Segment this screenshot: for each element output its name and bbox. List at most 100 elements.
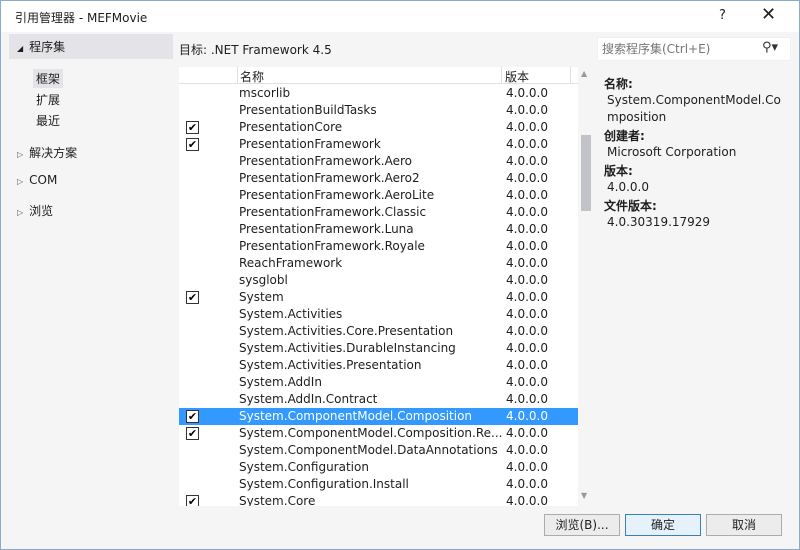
assembly-name: System.ComponentModel.Composition.Re... (239, 426, 503, 440)
assembly-list: 名称 版本 mscorlib 4.0.0.0 PresentationBuildTa… (179, 67, 578, 506)
sidebar-item-assemblies[interactable]: ◢ 程序集 (9, 34, 173, 59)
assembly-name: PresentationCore (239, 120, 343, 134)
ok-button[interactable]: 确定 (625, 514, 701, 536)
assembly-version: 4.0.0.0 (506, 290, 548, 304)
target-framework-label: 目标: .NET Framework 4.5 (179, 43, 332, 57)
table-row[interactable]: System.Activities.Core.Presentation 4.0.0… (179, 323, 578, 340)
assembly-name: PresentationFramework.Classic (239, 205, 427, 219)
assembly-version: 4.0.0.0 (506, 443, 548, 457)
search-input[interactable] (598, 38, 758, 60)
reference-manager-dialog: 引用管理器 - MEFMovie ? ✕ ◢ 程序集 框架 扩展 最近 ▷ 解决方案… (0, 0, 800, 550)
search-icon[interactable]: ⚲▾ (762, 40, 778, 55)
assembly-name: System.Activities (239, 307, 343, 321)
cancel-button[interactable]: 取消 (706, 514, 782, 536)
scrollbar-thumb[interactable] (581, 135, 591, 211)
table-row[interactable]: System.Configuration.Install 4.0.0.0 (179, 476, 578, 493)
list-header: 名称 版本 (179, 67, 578, 84)
column-header-version[interactable]: 版本 (501, 67, 571, 84)
window-title: 引用管理器 - MEFMovie (15, 11, 148, 25)
table-row[interactable]: PresentationFramework.Aero2 4.0.0.0 (179, 170, 578, 187)
table-row[interactable]: ReachFramework 4.0.0.0 (179, 255, 578, 272)
table-row[interactable]: ✔ System.ComponentModel.Composition 4.0.0.… (179, 408, 578, 425)
table-row[interactable]: ✔ System.ComponentModel.Composition.Re...… (179, 425, 578, 442)
sidebar-item-recent[interactable]: 最近 (33, 111, 63, 130)
scroll-down-icon[interactable]: ▼ (581, 491, 587, 500)
row-checkbox[interactable]: ✔ (186, 427, 199, 440)
assembly-version: 4.0.0.0 (506, 375, 548, 389)
table-row[interactable]: sysglobl 4.0.0.0 (179, 272, 578, 289)
assembly-name: System.ComponentModel.Composition (239, 409, 473, 423)
row-checkbox[interactable]: ✔ (186, 291, 199, 304)
assembly-name: System.AddIn (239, 375, 322, 389)
collapsed-triangle-icon: ▷ (17, 208, 24, 217)
assembly-version: 4.0.0.0 (506, 324, 548, 338)
table-row[interactable]: System.AddIn 4.0.0.0 (179, 374, 578, 391)
title-bar: 引用管理器 - MEFMovie ? ✕ (1, 1, 799, 32)
row-checkbox[interactable]: ✔ (186, 138, 199, 151)
sidebar-item-solution[interactable]: ▷ 解决方案 (17, 144, 77, 161)
table-row[interactable]: PresentationBuildTasks 4.0.0.0 (179, 102, 578, 119)
assembly-name: PresentationFramework.Royale (239, 239, 425, 253)
assembly-name: System.Activities.DurableInstancing (239, 341, 456, 355)
column-header-name[interactable]: 名称 (237, 67, 501, 84)
assembly-name: PresentationFramework.Aero (239, 154, 412, 168)
assembly-name: PresentationFramework.Luna (239, 222, 414, 236)
assembly-version: 4.0.0.0 (506, 120, 548, 134)
table-row[interactable]: System.Configuration 4.0.0.0 (179, 459, 578, 476)
assembly-version: 4.0.0.0 (506, 154, 548, 168)
assembly-version: 4.0.0.0 (506, 307, 548, 321)
assembly-name: PresentationFramework (239, 137, 381, 151)
table-row[interactable]: ✔ System.Core 4.0.0.0 (179, 493, 578, 506)
assembly-version: 4.0.0.0 (506, 477, 548, 491)
table-row[interactable]: System.ComponentModel.DataAnnotations 4.0… (179, 442, 578, 459)
row-checkbox[interactable]: ✔ (186, 410, 199, 423)
list-scrollbar[interactable]: ▲ ▼ (578, 67, 594, 506)
row-checkbox[interactable]: ✔ (186, 495, 199, 506)
sidebar-item-browse[interactable]: ▷ 浏览 (17, 202, 53, 219)
creator-value: Microsoft Corporation (607, 145, 737, 159)
assembly-name: System.Activities.Presentation (239, 358, 422, 372)
scroll-up-icon[interactable]: ▲ (581, 69, 587, 78)
assembly-name: mscorlib (239, 86, 291, 100)
file-version-label: 文件版本: (604, 199, 657, 213)
browse-button[interactable]: 浏览(B)... (544, 514, 620, 536)
table-row[interactable]: ✔ PresentationFramework 4.0.0.0 (179, 136, 578, 153)
name-value: System.ComponentModel.Composition (607, 93, 781, 124)
table-row[interactable]: ✔ PresentationCore 4.0.0.0 (179, 119, 578, 136)
assembly-name: System.Activities.Core.Presentation (239, 324, 454, 338)
table-row[interactable]: System.Activities.Presentation 4.0.0.0 (179, 357, 578, 374)
assembly-version: 4.0.0.0 (506, 494, 548, 506)
table-row[interactable]: System.Activities.DurableInstancing 4.0.0… (179, 340, 578, 357)
table-row[interactable]: PresentationFramework.AeroLite 4.0.0.0 (179, 187, 578, 204)
assembly-version: 4.0.0.0 (506, 205, 548, 219)
collapsed-triangle-icon: ▷ (17, 177, 24, 186)
table-row[interactable]: System.Activities 4.0.0.0 (179, 306, 578, 323)
help-button[interactable]: ? (719, 8, 726, 23)
assembly-version: 4.0.0.0 (506, 358, 548, 372)
expanded-triangle-icon: ◢ (17, 44, 24, 53)
sidebar-item-com[interactable]: ▷ COM (17, 173, 57, 187)
table-row[interactable]: System.AddIn.Contract 4.0.0.0 (179, 391, 578, 408)
search-box[interactable]: ⚲▾ (597, 37, 791, 61)
assembly-version: 4.0.0.0 (506, 460, 548, 474)
table-row[interactable]: PresentationFramework.Luna 4.0.0.0 (179, 221, 578, 238)
assembly-version: 4.0.0.0 (506, 171, 548, 185)
sidebar-item-extensions[interactable]: 扩展 (33, 90, 63, 109)
table-row[interactable]: PresentationFramework.Aero 4.0.0.0 (179, 153, 578, 170)
assembly-version: 4.0.0.0 (506, 409, 548, 423)
sidebar-item-framework[interactable]: 框架 (33, 69, 64, 88)
assembly-name: System.Configuration.Install (239, 477, 409, 491)
version-label: 版本: (604, 164, 633, 178)
assembly-version: 4.0.0.0 (506, 188, 548, 202)
category-label: 浏览 (29, 204, 54, 218)
table-row[interactable]: ✔ System 4.0.0.0 (179, 289, 578, 306)
row-checkbox[interactable]: ✔ (186, 121, 199, 134)
assembly-version: 4.0.0.0 (506, 426, 548, 440)
table-row[interactable]: PresentationFramework.Classic 4.0.0.0 (179, 204, 578, 221)
details-panel: 名称: System.ComponentModel.Composition 创建… (597, 67, 791, 506)
assembly-version: 4.0.0.0 (506, 239, 548, 253)
sidebar-header-label: 程序集 (29, 40, 66, 54)
table-row[interactable]: PresentationFramework.Royale 4.0.0.0 (179, 238, 578, 255)
close-icon[interactable]: ✕ (761, 4, 776, 25)
table-row[interactable]: mscorlib 4.0.0.0 (179, 85, 578, 102)
